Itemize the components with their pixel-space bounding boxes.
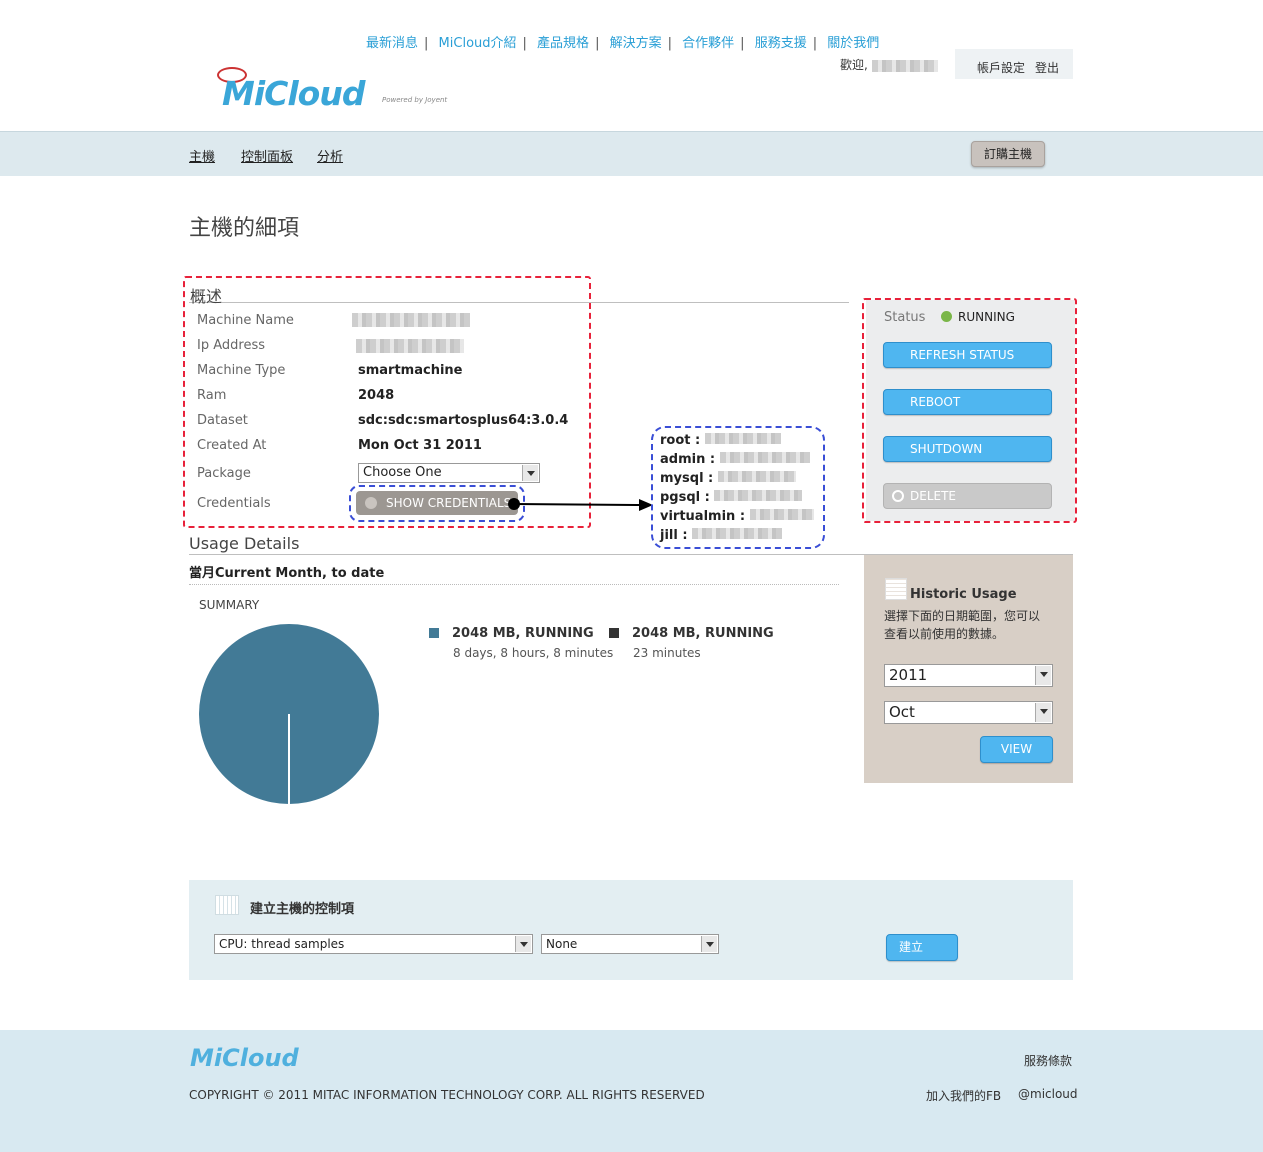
nav-news[interactable]: 最新消息 [366,36,418,51]
nav-separator: | [424,36,429,51]
footer-facebook-link[interactable]: 加入我們的FB [926,1087,1001,1104]
legend-title-1: 2048 MB, RUNNING [452,626,594,641]
subnav-machines[interactable]: 主機 [189,146,215,165]
decomposition-select-value: None [546,937,578,951]
view-button[interactable]: VIEW [980,736,1053,763]
year-select[interactable]: 2011 [884,664,1053,687]
delete-icon [892,490,904,502]
credential-pgsql: pgsql : [660,490,710,505]
footer-twitter-link[interactable]: @micloud [1018,1087,1078,1101]
credentials-list: root : admin : mysql : pgsql : virtualmi… [660,431,814,545]
welcome-label: 歡迎, [840,58,868,72]
credential-jill: jill : [660,528,688,543]
check-icon [941,311,952,322]
usage-title: Usage Details [189,534,300,553]
metric-select-value: CPU: thread samples [219,937,345,951]
month-select[interactable]: Oct [884,701,1053,724]
calendar-icon [885,578,907,600]
usage-period: 當月Current Month, to date [189,566,385,581]
chevron-down-icon [701,936,717,952]
nav-solutions[interactable]: 解決方案 [610,36,662,51]
legend-title-2: 2048 MB, RUNNING [632,626,774,641]
create-button[interactable]: 建立 [886,934,958,961]
nav-separator: | [812,36,818,51]
legend-sub-2: 23 minutes [633,646,701,660]
credential-row: jill : [660,526,814,545]
metric-select[interactable]: CPU: thread samples [214,934,533,954]
credential-root: root : [660,433,701,448]
historic-title: Historic Usage [910,587,1017,602]
account-box: 帳戶設定 登出 [955,49,1073,79]
chevron-down-icon [1035,666,1051,685]
footer-logo[interactable]: MiCloud [190,1044,299,1072]
username-redacted [871,59,938,72]
logo[interactable]: MiCloud [222,74,365,113]
summary-label: SUMMARY [199,598,260,612]
credential-redacted [714,490,803,501]
status-value: RUNNING [958,310,1015,324]
nav-separator: | [667,36,672,51]
grid-icon [215,895,239,915]
credential-redacted [749,509,814,520]
page-title: 主機的細項 [189,216,300,241]
nav-separator: | [740,36,745,51]
legend-swatch-1 [429,628,439,638]
footer-terms-link[interactable]: 服務條款 [1024,1052,1072,1069]
usage-dotted-divider [189,584,839,585]
logout-link[interactable]: 登出 [1035,59,1059,76]
subnav-analytics[interactable]: 分析 [317,146,343,165]
nav-micloud-intro[interactable]: MiCloud介紹 [439,36,517,51]
month-select-value: Oct [889,703,915,721]
credential-admin: admin : [660,452,716,467]
account-settings-link[interactable]: 帳戶設定 [977,59,1025,76]
nav-about[interactable]: 關於我們 [827,36,879,51]
credential-redacted [704,433,781,444]
create-instrumentation-panel [189,880,1073,980]
logo-tagline: Powered by Joyent [382,96,448,104]
nav-separator: | [522,36,527,51]
nav-partners[interactable]: 合作夥伴 [682,36,734,51]
chevron-down-icon [515,936,531,952]
credential-redacted [717,471,796,482]
credential-row: admin : [660,450,814,469]
create-title: 建立主機的控制項 [250,902,355,917]
reboot-button[interactable]: REBOOT [883,389,1052,415]
footer-copyright: COPYRIGHT © 2011 MITAC INFORMATION TECHN… [189,1088,705,1102]
chevron-down-icon [1035,703,1051,722]
usage-pie-chart [199,624,379,804]
welcome-text: 歡迎, [840,56,938,73]
decomposition-select[interactable]: None [541,934,719,954]
year-select-value: 2011 [889,666,928,684]
nav-separator: | [595,36,600,51]
credential-virtualmin: virtualmin : [660,509,746,524]
credential-redacted [719,452,810,463]
legend-swatch-2 [609,628,619,638]
delete-button[interactable]: DELETE [883,483,1052,509]
status-label: Status [884,310,926,325]
credential-row: mysql : [660,469,814,488]
shutdown-button[interactable]: SHUTDOWN [883,436,1052,462]
nav-products[interactable]: 產品規格 [537,36,589,51]
historic-desc-line1: 選擇下面的日期範圍，您可以 [884,609,1041,623]
credentials-button-highlight-frame [349,485,525,522]
delete-label: DELETE [910,489,957,503]
subnav-dashboard[interactable]: 控制面板 [241,146,293,165]
top-nav: 最新消息 | MiCloud介紹 | 產品規格 | 解決方案 | 合作夥伴 | 服務支援 |… [366,32,879,51]
credential-mysql: mysql : [660,471,714,486]
annotation-arrow-icon [508,498,653,511]
refresh-status-button[interactable]: REFRESH STATUS [883,342,1052,368]
credential-row: virtualmin : [660,507,814,526]
nav-support[interactable]: 服務支援 [755,36,807,51]
credential-redacted [692,528,783,539]
credential-row: pgsql : [660,488,814,507]
credential-row: root : [660,431,814,450]
order-machine-button[interactable]: 訂購主機 [971,141,1045,167]
legend-sub-1: 8 days, 8 hours, 8 minutes [453,646,614,660]
historic-desc-line2: 查看以前使用的數據。 [884,627,1005,641]
